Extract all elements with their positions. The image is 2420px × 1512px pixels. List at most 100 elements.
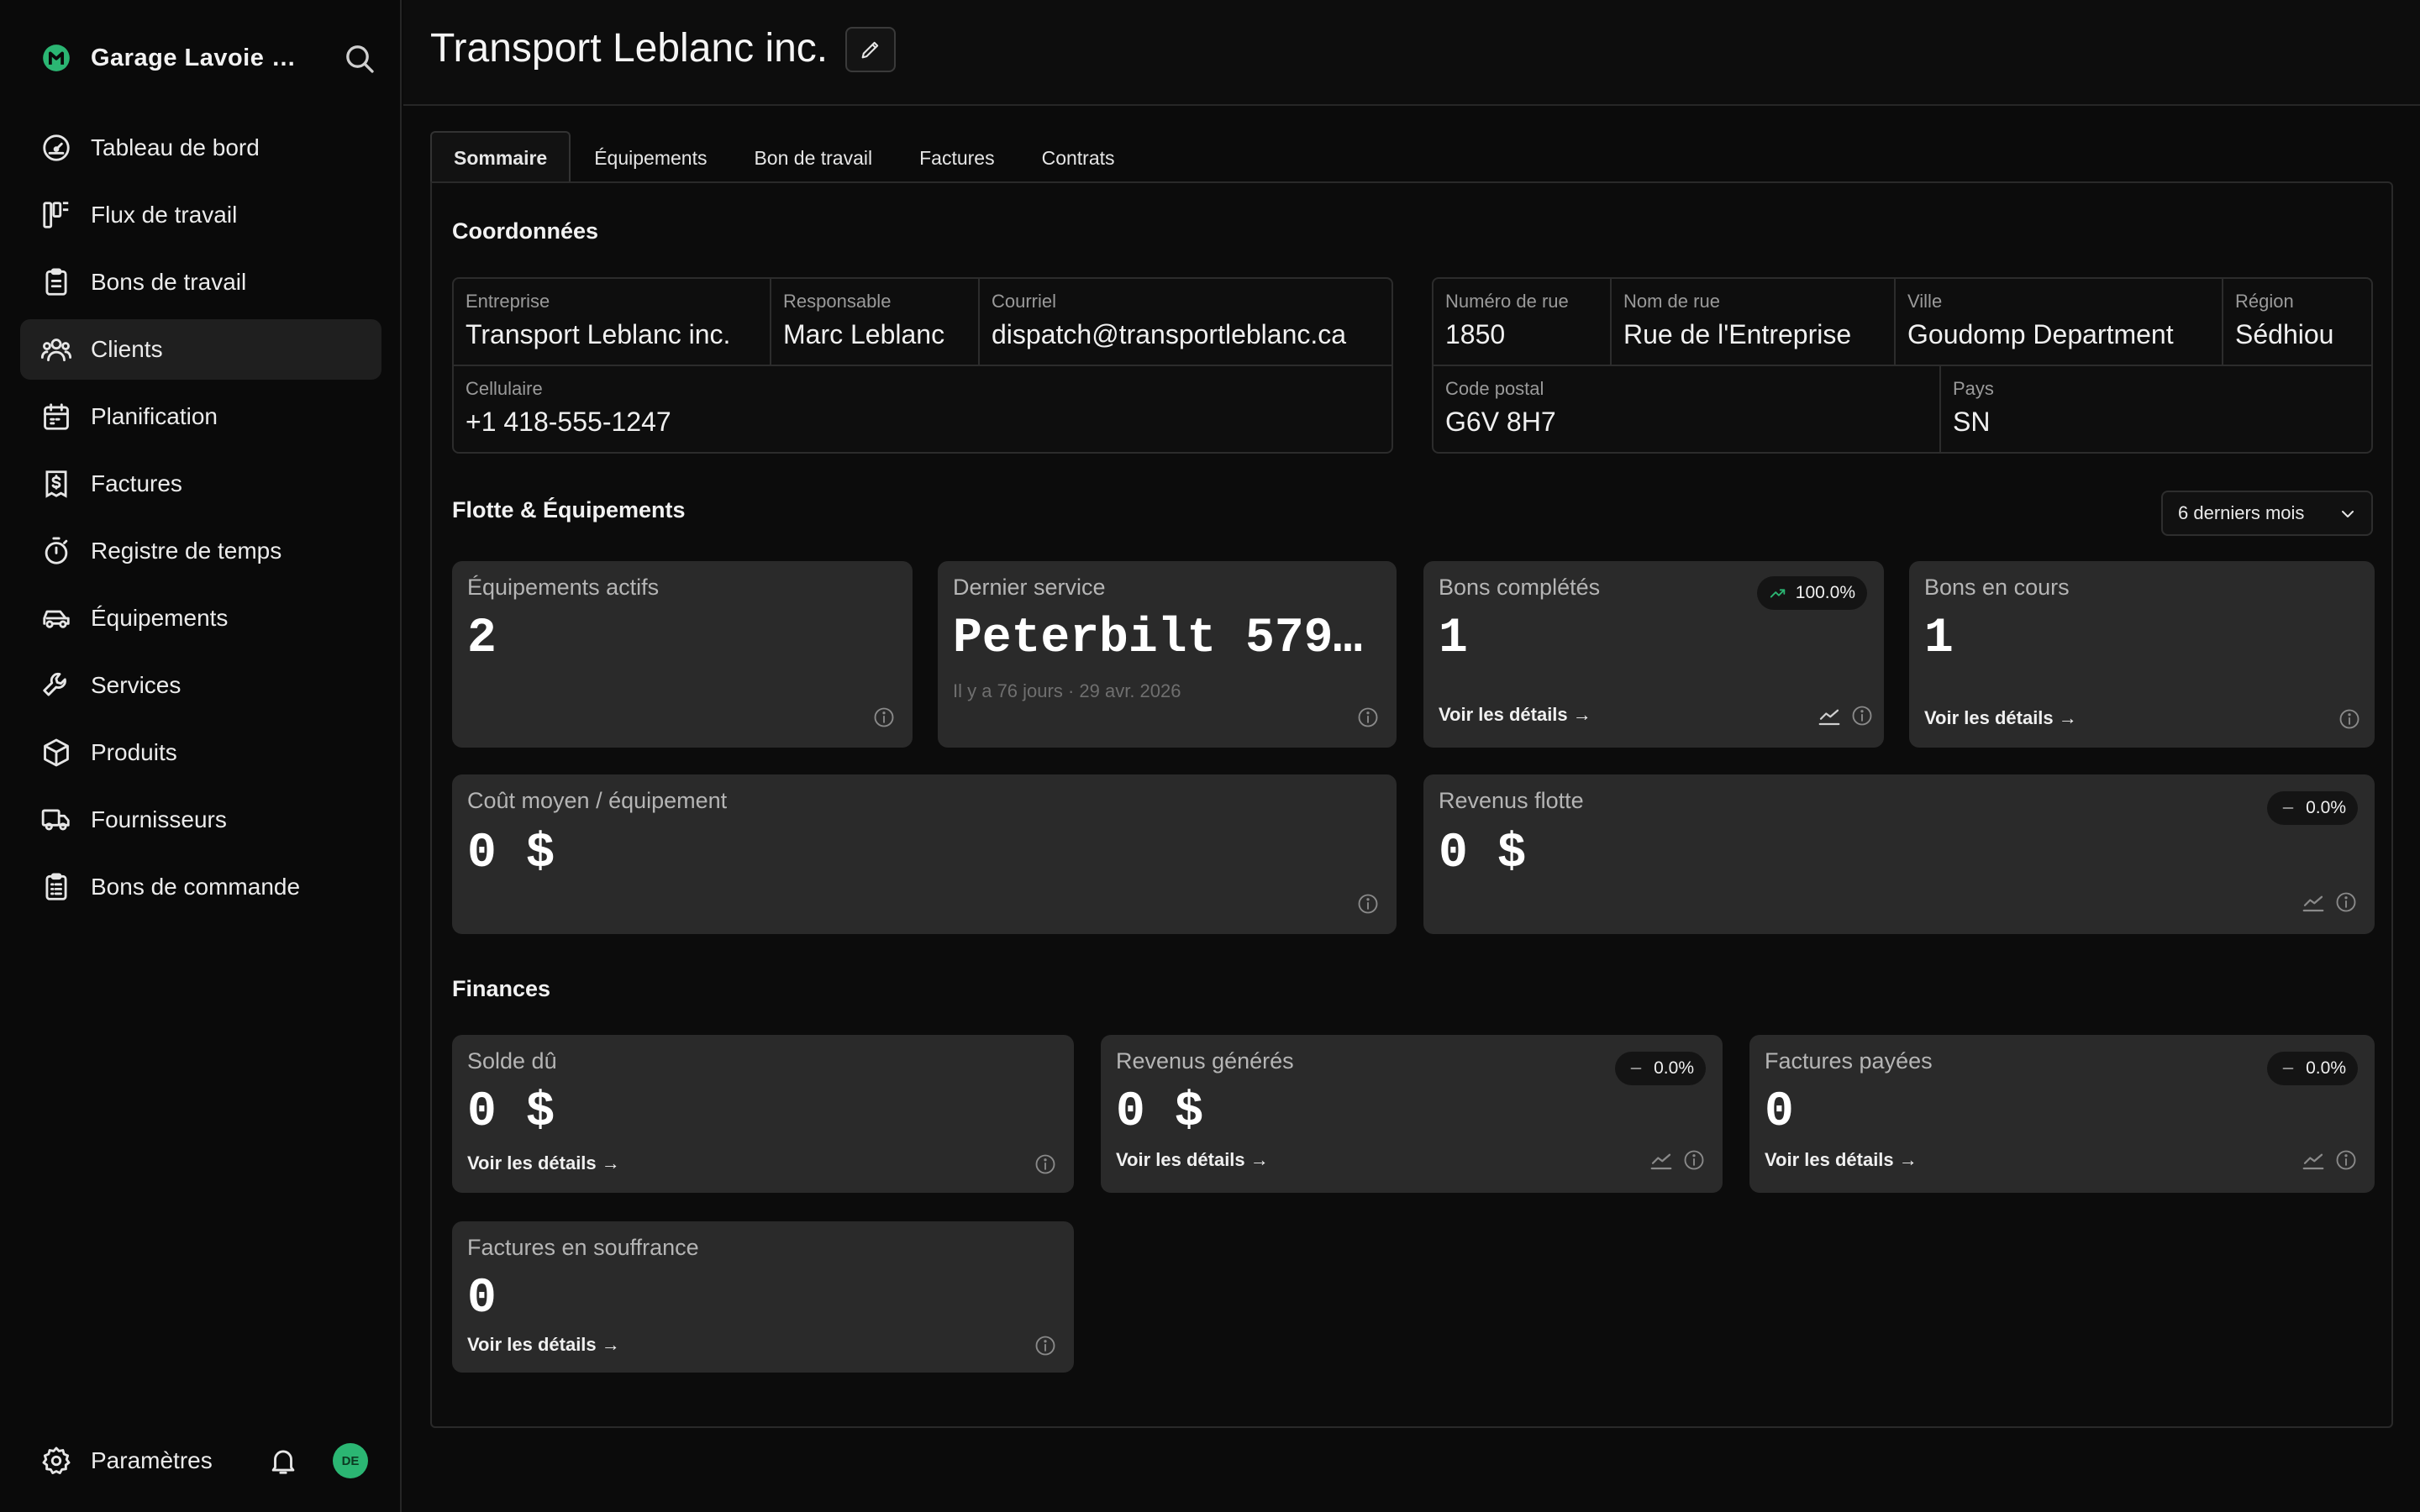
tab-equipements[interactable]: Équipements	[571, 131, 730, 183]
pencil-icon	[861, 41, 879, 59]
sidebar-item-planification[interactable]: Planification	[20, 386, 381, 447]
details-link[interactable]: Voir les détails →	[467, 1152, 620, 1174]
field-region: Région Sédhiou	[2235, 291, 2334, 349]
info-icon[interactable]	[2334, 1148, 2358, 1172]
sidebar: Garage Lavoie inc. Tableau de bord Flux …	[0, 0, 402, 1512]
sidebar-item-produits[interactable]: Produits	[20, 722, 381, 783]
brand[interactable]: Garage Lavoie inc.	[40, 37, 376, 79]
field-code-postal: Code postal G6V 8H7	[1445, 378, 1556, 437]
sidebar-item-label: Tableau de bord	[91, 134, 260, 160]
details-link[interactable]: Voir les détails →	[1116, 1149, 1269, 1171]
field-responsable: Responsable Marc Leblanc	[783, 291, 945, 349]
truck-icon	[41, 809, 70, 831]
info-icon[interactable]	[2334, 890, 2358, 914]
sidebar-item-label: Fournisseurs	[91, 806, 227, 832]
trend-badge: 100.0%	[1756, 576, 1867, 610]
sidebar-footer: Paramètres DE	[40, 1440, 376, 1482]
chevron-down-icon	[2342, 511, 2354, 517]
sidebar-item-equipements[interactable]: Équipements	[20, 588, 381, 648]
sidebar-item-label: Bons de commande	[91, 874, 301, 900]
sidebar-item-label: Clients	[91, 336, 163, 362]
settings-link[interactable]: Paramètres	[91, 1447, 213, 1474]
card-equipements-actifs: Équipements actifs 2	[452, 561, 913, 748]
address-info-box: Numéro de rue 1850 Nom de rue Rue de l'E…	[1432, 277, 2373, 454]
details-link[interactable]: Voir les détails →	[1439, 704, 1591, 726]
page-header: Transport Leblanc inc.	[403, 0, 2420, 106]
minus-icon	[2282, 1068, 2294, 1069]
sidebar-item-bons-de-travail[interactable]: Bons de travail	[20, 252, 381, 312]
sidebar-item-flux-de-travail[interactable]: Flux de travail	[20, 185, 381, 245]
brand-name: Garage Lavoie inc.	[91, 44, 301, 71]
field-courriel: Courriel dispatch@transportleblanc.ca	[992, 291, 1347, 349]
details-link[interactable]: Voir les détails →	[1765, 1149, 1918, 1171]
gear-icon[interactable]	[40, 1445, 72, 1477]
brand-logo-icon	[43, 45, 70, 71]
car-icon	[43, 610, 70, 628]
avatar[interactable]: DE	[333, 1443, 368, 1478]
clipboard-icon	[45, 268, 67, 296]
bell-icon[interactable]	[267, 1445, 299, 1477]
card-solde-du: Solde dû 0 $ Voir les détails →	[452, 1035, 1074, 1193]
trend-badge: 0.0%	[2267, 791, 2358, 825]
tab-contrats[interactable]: Contrats	[1018, 131, 1139, 183]
page-title: Transport Leblanc inc.	[430, 26, 829, 71]
info-icon[interactable]	[1356, 892, 1380, 916]
tab-bar: Sommaire Équipements Bon de travail Fact…	[430, 131, 1139, 183]
card-cout-moyen: Coût moyen / équipement 0 $	[452, 774, 1397, 934]
chart-line-icon[interactable]	[1817, 703, 1842, 728]
minus-icon	[2282, 807, 2294, 809]
details-link[interactable]: Voir les détails →	[1924, 707, 2077, 729]
sidebar-item-tableau-de-bord[interactable]: Tableau de bord	[20, 118, 381, 178]
calendar-icon	[44, 403, 69, 430]
field-pays: Pays SN	[1953, 378, 1994, 437]
minus-icon	[1630, 1068, 1642, 1069]
kanban-icon	[43, 202, 69, 228]
info-icon[interactable]	[1682, 1148, 1706, 1172]
info-icon[interactable]	[1850, 704, 1874, 727]
info-icon[interactable]	[1034, 1334, 1057, 1357]
info-icon[interactable]	[872, 706, 896, 729]
gauge-icon	[43, 134, 70, 161]
tab-bon-de-travail[interactable]: Bon de travail	[730, 131, 896, 183]
info-icon[interactable]	[2338, 707, 2361, 731]
tab-sommaire[interactable]: Sommaire	[430, 131, 571, 183]
timer-icon	[45, 537, 68, 564]
card-bons-en-cours: Bons en cours 1 Voir les détails →	[1909, 561, 2375, 748]
card-factures-souffrance: Factures en souffrance 0 Voir les détail…	[452, 1221, 1074, 1373]
edit-button[interactable]	[845, 27, 896, 72]
sidebar-item-fournisseurs[interactable]: Fournisseurs	[20, 790, 381, 850]
search-icon[interactable]	[343, 42, 376, 76]
sidebar-item-factures[interactable]: Factures	[20, 454, 381, 514]
sidebar-item-label: Planification	[91, 403, 218, 429]
chart-line-icon[interactable]	[1649, 1147, 1674, 1173]
card-revenus-flotte: Revenus flotte 0.0% 0 $	[1423, 774, 2375, 934]
trending-up-icon	[1770, 589, 1786, 598]
details-link[interactable]: Voir les détails →	[467, 1334, 620, 1356]
sidebar-item-label: Factures	[91, 470, 182, 496]
sidebar-item-bons-de-commande[interactable]: Bons de commande	[20, 857, 381, 917]
sidebar-item-label: Registre de temps	[91, 538, 282, 564]
tab-factures[interactable]: Factures	[896, 131, 1018, 183]
field-ville: Ville Goudomp Department	[1907, 291, 2174, 349]
clipboard-list-icon	[45, 873, 67, 900]
chart-line-icon[interactable]	[2301, 1147, 2326, 1173]
field-numero-rue: Numéro de rue 1850	[1445, 291, 1569, 349]
sidebar-item-registre-de-temps[interactable]: Registre de temps	[20, 521, 381, 581]
card-bons-completes: Bons complétés 100.0% 1 Voir les détails…	[1423, 561, 1884, 748]
info-icon[interactable]	[1356, 706, 1380, 729]
period-select[interactable]: 6 derniers mois	[2161, 491, 2373, 536]
chart-line-icon[interactable]	[2301, 890, 2326, 915]
field-nom-rue: Nom de rue Rue de l'Entreprise	[1623, 291, 1852, 349]
section-title-coordonnees: Coordonnées	[452, 218, 599, 244]
sidebar-item-clients[interactable]: Clients	[20, 319, 381, 380]
sidebar-item-services[interactable]: Services	[20, 655, 381, 716]
contact-info-box: Entreprise Transport Leblanc inc. Respon…	[452, 277, 1393, 454]
sidebar-item-label: Produits	[91, 739, 177, 765]
sidebar-item-label: Bons de travail	[91, 269, 247, 295]
trend-badge: 0.0%	[2267, 1052, 2358, 1085]
sidebar-nav: Tableau de bord Flux de travail Bons de …	[20, 118, 381, 924]
card-dernier-service: Dernier service Peterbilt 579 2021 Il y …	[938, 561, 1397, 748]
info-icon[interactable]	[1034, 1152, 1057, 1176]
field-cellulaire: Cellulaire +1 418-555-1247	[466, 378, 671, 437]
box-icon	[44, 738, 69, 767]
